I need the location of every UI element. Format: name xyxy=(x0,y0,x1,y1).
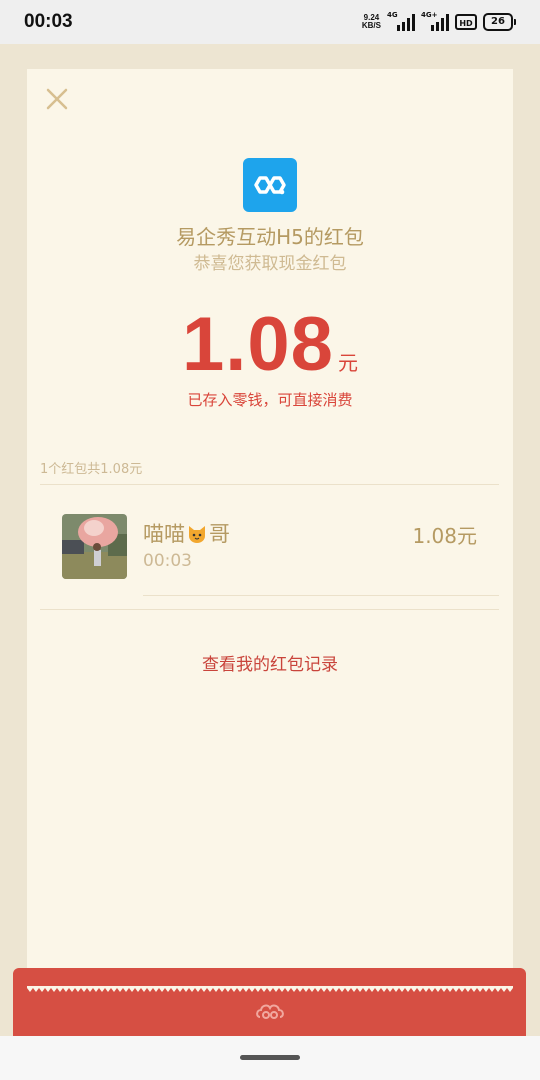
network-speed: 9.24 KB/S xyxy=(361,13,381,30)
deposit-note[interactable]: 已存入零钱，可直接消费 xyxy=(27,389,513,410)
sender-title: 易企秀互动H5的红包 xyxy=(176,225,364,249)
close-icon[interactable] xyxy=(44,86,70,112)
amount-display: 1.08 元 xyxy=(27,301,513,388)
status-icons: 9.24 KB/S 4G 4G+ HD 26 xyxy=(361,11,516,31)
battery-icon: 26 xyxy=(483,13,516,31)
navigation-bar xyxy=(0,1036,540,1080)
packet-summary: 1个红包共1.08元 xyxy=(40,462,143,477)
recipient-amount: 1.08元 xyxy=(412,524,477,548)
hd-icon: HD xyxy=(455,14,477,30)
zigzag-edge xyxy=(27,986,513,992)
divider xyxy=(40,609,499,610)
red-packet-detail-card: 易企秀互动H5的红包 恭喜您获取现金红包 1.08 元 已存入零钱，可直接消费 … xyxy=(27,69,513,994)
cat-face-emoji-icon xyxy=(189,526,205,543)
view-history-link[interactable]: 查看我的红包记录 xyxy=(27,650,513,675)
row-divider xyxy=(143,595,499,596)
recipient-name: 喵喵 哥 xyxy=(143,522,230,546)
signal-icon-2: 4G+ xyxy=(421,11,449,31)
cloud-swirl-icon xyxy=(256,1004,284,1019)
status-bar: 00:03 9.24 KB/S 4G 4G+ HD 26 xyxy=(0,0,540,44)
home-indicator[interactable] xyxy=(240,1055,300,1060)
avatar[interactable] xyxy=(62,514,127,579)
status-time: 00:03 xyxy=(24,11,73,32)
eqxiu-logo-icon xyxy=(243,158,297,212)
packet-subtitle: 恭喜您获取现金红包 xyxy=(193,254,347,274)
battery-level: 26 xyxy=(483,13,513,31)
received-time: 00:03 xyxy=(143,551,192,571)
signal-icon: 4G xyxy=(387,11,415,31)
red-packet-footer xyxy=(13,968,526,1036)
divider xyxy=(40,484,499,485)
amount-unit: 元 xyxy=(337,351,358,375)
amount-value: 1.08 xyxy=(182,302,334,387)
